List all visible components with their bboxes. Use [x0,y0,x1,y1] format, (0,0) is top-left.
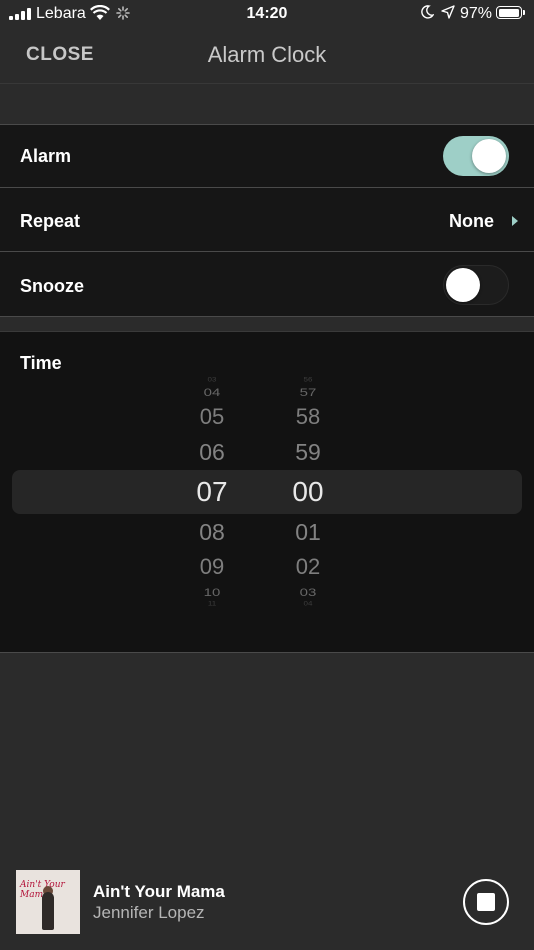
hour-option[interactable]: 08 [182,520,242,544]
chevron-right-icon [512,216,518,226]
snooze-label: Snooze [20,276,85,296]
battery-icon [496,6,522,19]
song-title: Ain't Your Mama [93,882,225,901]
nav-divider [0,83,534,84]
location-arrow-icon [441,5,455,19]
alarm-toggle[interactable] [443,136,509,176]
artist-name: Jennifer Lopez [93,903,205,922]
toggle-knob [446,268,480,302]
hour-option[interactable]: 10 [182,586,242,597]
minute-option[interactable]: 57 [278,386,338,397]
album-art-figure [42,892,54,930]
picker-selection-highlight [12,470,522,514]
alarm-label: Alarm [20,146,72,166]
group-divider [0,652,534,653]
minute-option[interactable]: 01 [278,520,338,544]
repeat-row[interactable]: Repeat None [0,188,534,251]
group-divider [0,316,534,317]
hour-option[interactable]: 05 [182,406,242,428]
hour-option[interactable]: 09 [182,556,242,578]
minute-option[interactable]: 56 [278,377,338,383]
snooze-row: Snooze [0,252,534,316]
page-title: Alarm Clock [207,42,327,67]
minute-option[interactable]: 04 [278,601,338,607]
time-label: Time [20,353,62,373]
repeat-value: None [449,211,494,231]
status-bar: Lebara 14:20 97% [0,0,534,28]
stop-icon [477,893,495,911]
album-art[interactable]: Ain't Your Mama [16,870,80,934]
repeat-label: Repeat [20,211,81,231]
alarm-row: Alarm [0,125,534,187]
battery-percentage: 97% [460,5,493,22]
minute-option[interactable]: 58 [278,406,338,428]
hour-selected[interactable]: 07 [182,478,242,506]
toggle-knob [472,139,506,173]
hour-option[interactable]: 06 [182,440,242,464]
hour-option[interactable]: 11 [182,601,242,607]
battery-cap [523,10,525,15]
stop-button[interactable] [463,879,509,925]
minute-option[interactable]: 03 [278,586,338,597]
snooze-toggle[interactable] [443,265,509,305]
minute-option[interactable]: 59 [278,440,338,464]
minute-option[interactable]: 02 [278,556,338,578]
do-not-disturb-icon [420,5,435,19]
hour-option[interactable]: 03 [182,377,242,383]
minute-selected[interactable]: 00 [278,478,338,506]
hour-option[interactable]: 04 [182,386,242,397]
